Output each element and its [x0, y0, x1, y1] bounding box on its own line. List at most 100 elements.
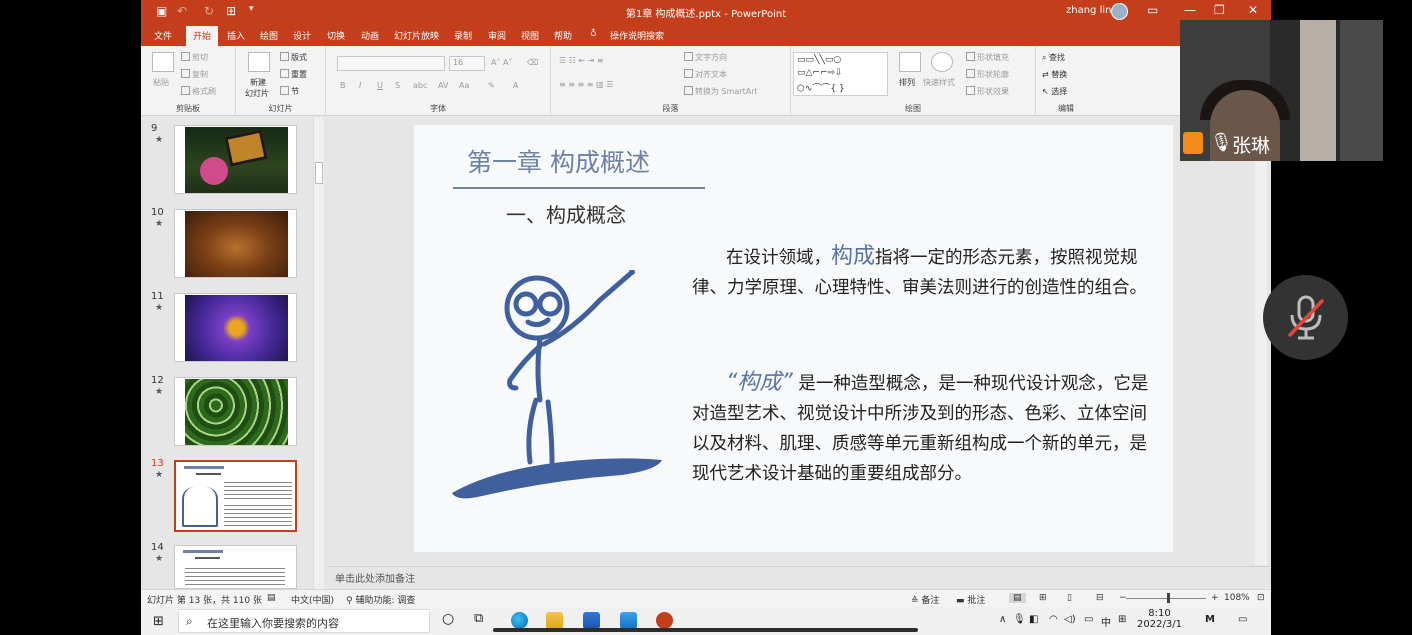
tab-slideshow[interactable]: 幻灯片放映: [394, 29, 439, 42]
slide-title[interactable]: 第一章 构成概述: [467, 143, 650, 179]
tab-insert[interactable]: 插入: [227, 29, 245, 42]
highlight-icon[interactable]: ✎: [488, 81, 495, 90]
clear-format-icon[interactable]: ⌫: [527, 58, 538, 67]
new-slide-dropdown[interactable]: 幻灯片: [245, 88, 269, 99]
new-slide-icon[interactable]: [248, 52, 270, 72]
taskbar-search[interactable]: ⌕ 在这里输入你要搜索的内容: [178, 609, 430, 633]
thumbnail-scrollbar[interactable]: [313, 117, 324, 589]
edge-icon[interactable]: [511, 612, 528, 629]
tab-design[interactable]: 设计: [293, 29, 311, 42]
tab-review[interactable]: 审阅: [488, 29, 506, 42]
tab-draw[interactable]: 绘图: [260, 29, 278, 42]
thumbnail-slide-10[interactable]: [174, 209, 297, 278]
wifi-icon[interactable]: ◠: [1049, 614, 1058, 625]
battery-icon[interactable]: ▭: [1084, 614, 1093, 625]
slide-scrollbar[interactable]: [1255, 117, 1267, 565]
fit-to-window-icon[interactable]: ⊡: [1257, 593, 1265, 603]
photos-icon[interactable]: [620, 612, 637, 629]
comments-button[interactable]: ▬ 批注: [956, 593, 985, 606]
shapes-gallery[interactable]: ▭▭╲╲▭○ ▭△⌐⌐⇨⇩ ⬡∿⌒⌒{ }: [793, 52, 888, 96]
thumbnail-slide-11[interactable]: [174, 293, 297, 362]
language-indicator[interactable]: 中文(中国): [291, 593, 334, 606]
stickman-illustration[interactable]: [432, 270, 662, 500]
avatar[interactable]: [1111, 3, 1128, 20]
cortana-icon[interactable]: ○: [442, 611, 454, 627]
zoom-in-button[interactable]: +: [1211, 593, 1219, 603]
tab-view[interactable]: 视图: [521, 29, 539, 42]
notes-button[interactable]: ≙ 备注: [911, 593, 939, 606]
copy-button[interactable]: 复制: [181, 69, 208, 80]
ime-indicator[interactable]: 中: [1101, 614, 1111, 629]
font-name-box[interactable]: [337, 56, 445, 71]
grow-font-icon[interactable]: A˄ A˅: [491, 58, 513, 67]
close-button[interactable]: ✕: [1248, 3, 1258, 17]
shape-fill-button[interactable]: 形状填充: [966, 52, 1009, 63]
underline-icon[interactable]: U: [377, 81, 383, 90]
spelling-icon[interactable]: ▤: [267, 593, 276, 603]
align-icons[interactable]: ≡ ≡ ≡ ≡ ▥ ☰: [559, 80, 613, 89]
new-slide-button[interactable]: 新建: [250, 77, 266, 88]
strikethrough-icon[interactable]: abc: [413, 81, 427, 90]
user-name[interactable]: zhang lin: [1066, 5, 1111, 16]
file-explorer-icon[interactable]: [546, 612, 563, 629]
slideshow-icon[interactable]: ⊟: [1096, 593, 1104, 603]
system-clock[interactable]: 8:10 2022/3/1: [1132, 607, 1187, 630]
normal-view-icon[interactable]: ▤: [1009, 593, 1026, 603]
scrollbar-thumb[interactable]: [315, 162, 323, 184]
notes-pane[interactable]: 单击此处添加备注: [327, 566, 1271, 589]
tell-me-search[interactable]: 操作说明搜索: [610, 29, 664, 42]
format-painter-button[interactable]: 格式刷: [181, 86, 216, 97]
quick-styles-icon[interactable]: [931, 52, 953, 72]
thumbnail-slide-13[interactable]: [174, 460, 297, 532]
cut-button[interactable]: 剪切: [181, 52, 208, 63]
reset-button[interactable]: 重置: [280, 69, 307, 80]
text-direction-button[interactable]: 文字方向: [684, 52, 727, 63]
accessibility-status[interactable]: ⚲ 辅助功能: 调查: [346, 593, 415, 606]
thumbnail-slide-14[interactable]: [174, 545, 297, 589]
paste-icon[interactable]: [152, 52, 174, 72]
zoom-slider-thumb[interactable]: [1167, 593, 1170, 603]
spacing-icon[interactable]: AV: [438, 81, 448, 90]
shape-outline-button[interactable]: 形状轮廓: [966, 69, 1009, 80]
notification-icon[interactable]: ▭: [1238, 614, 1247, 625]
tab-help[interactable]: 帮助: [554, 29, 572, 42]
paste-button[interactable]: 粘贴: [153, 77, 169, 88]
paragraph-definition[interactable]: 在设计领域，构成指将一定的形态元素，按照视觉规律、力学原理、心理特性、审美法则进…: [692, 242, 1152, 303]
tab-transitions[interactable]: 切换: [327, 29, 345, 42]
show-hidden-icons[interactable]: ∧: [999, 614, 1006, 625]
find-button[interactable]: ⌕ 查找: [1042, 52, 1065, 63]
zoom-level[interactable]: 108%: [1224, 593, 1250, 603]
tab-file[interactable]: 文件: [154, 29, 172, 42]
bullets-icon[interactable]: ☰ ☷ ⇤ ⇥ ≡: [559, 56, 604, 65]
microphone-tray-icon[interactable]: 🎙: [1013, 614, 1026, 625]
layout-button[interactable]: 版式: [280, 52, 307, 63]
replace-button[interactable]: ⇄ 替换: [1042, 69, 1067, 80]
arrange-button[interactable]: 排列: [899, 77, 915, 88]
smartart-button[interactable]: 转换为 SmartArt: [684, 86, 758, 97]
shadow-icon[interactable]: S: [395, 81, 400, 90]
font-size-box[interactable]: 16: [449, 56, 485, 71]
slide-subtitle[interactable]: 一、构成概念: [506, 199, 626, 228]
minimize-button[interactable]: —: [1184, 3, 1196, 17]
thumbnail-slide-9[interactable]: [174, 125, 297, 194]
mute-button[interactable]: [1263, 275, 1348, 360]
tab-record[interactable]: 录制: [454, 29, 472, 42]
volume-icon[interactable]: ◁): [1064, 614, 1076, 625]
thumbnail-slide-12[interactable]: [174, 377, 297, 446]
shape-effects-button[interactable]: 形状效果: [966, 86, 1009, 97]
ribbon-display-icon[interactable]: ▭: [1147, 3, 1158, 17]
slide-sorter-icon[interactable]: ⊞: [1039, 593, 1047, 603]
slide-canvas[interactable]: 第一章 构成概述 一、构成概念 在设计领域，构成指将一定的形态元素，按照视觉规律…: [414, 125, 1173, 552]
tab-animations[interactable]: 动画: [361, 29, 379, 42]
meeting-app-icon[interactable]: M: [1205, 614, 1215, 625]
align-text-button[interactable]: 对齐文本: [684, 69, 727, 80]
mail-icon[interactable]: [583, 612, 600, 629]
reading-view-icon[interactable]: ▯: [1067, 593, 1072, 603]
paragraph-concept[interactable]: “构成” 是一种造型概念，是一种现代设计观念，它是对造型艺术、视觉设计中所涉及到…: [692, 368, 1152, 489]
section-button[interactable]: 节: [280, 86, 299, 97]
quick-styles-button[interactable]: 快速样式: [923, 77, 955, 88]
windows-start-icon[interactable]: ⊞: [153, 614, 164, 629]
tab-home[interactable]: 开始: [186, 26, 219, 46]
restore-button[interactable]: ❐: [1214, 3, 1225, 17]
camera-tray-icon[interactable]: ◧: [1029, 614, 1038, 625]
